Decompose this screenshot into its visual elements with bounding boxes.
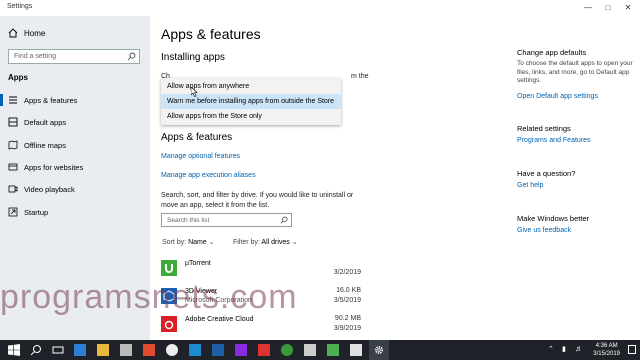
home-label: Home — [24, 28, 46, 38]
app-name: µTorrent — [185, 260, 211, 267]
have-a-question-heading: Have a question? — [517, 169, 576, 178]
web-apps-icon — [8, 163, 18, 171]
video-icon — [8, 185, 18, 193]
taskbar-app-icon[interactable] — [304, 344, 316, 356]
sidebar-section-title: Apps — [8, 73, 28, 82]
sidebar-item-label: Startup — [24, 207, 49, 217]
search-description-line2: move an app, select it from the list. — [161, 202, 270, 209]
programs-and-features-link[interactable]: Programs and Features — [517, 137, 591, 144]
sidebar-item-default-apps[interactable]: Default apps — [0, 113, 150, 131]
map-icon — [8, 140, 18, 150]
install-source-dropdown-list: Allow apps from anywhere Warn me before … — [161, 78, 341, 125]
manage-optional-features-link[interactable]: Manage optional features — [161, 153, 240, 160]
taskbar-app-icon[interactable] — [189, 344, 201, 356]
setting-search-placeholder: Find a setting — [14, 53, 57, 60]
clock-date: 3/15/2019 — [593, 351, 620, 357]
manage-app-execution-aliases-link[interactable]: Manage app execution aliases — [161, 172, 256, 179]
minimize-button[interactable]: — — [578, 1, 598, 15]
home-icon — [8, 28, 18, 38]
edge-icon[interactable] — [74, 344, 86, 356]
sort-dropdown[interactable]: Sort by: Name ⌄ — [162, 238, 215, 246]
volume-icon[interactable]: ♬ — [575, 344, 583, 353]
app-name: Adobe Creative Cloud — [185, 316, 254, 323]
app-date: 3/9/2019 — [333, 325, 361, 332]
sidebar-item-label: Apps & features — [24, 95, 78, 105]
installing-apps-text-end: m the — [351, 73, 369, 80]
taskbar-app-icon[interactable] — [281, 344, 293, 356]
search-icon[interactable] — [280, 216, 288, 224]
photoshop-icon[interactable] — [212, 344, 224, 356]
windows-start-icon[interactable] — [8, 344, 20, 356]
media-app-icon[interactable] — [143, 344, 155, 356]
sort-label: Sort by: — [162, 239, 187, 246]
list-icon — [9, 96, 17, 104]
app-date: 3/2/2019 — [333, 269, 361, 276]
apps-features-heading: Apps & features — [161, 132, 233, 143]
make-windows-better-heading: Make Windows better — [517, 214, 590, 223]
network-icon[interactable]: ▮ — [562, 345, 566, 353]
utorrent-icon — [161, 260, 177, 276]
sidebar-item-offline-maps[interactable]: Offline maps — [0, 136, 150, 154]
search-icon[interactable] — [127, 52, 136, 61]
dropdown-option-warn[interactable]: Warn me before installing apps from outs… — [161, 94, 341, 109]
chevron-down-icon: ⌄ — [291, 239, 298, 246]
notifications-icon[interactable] — [628, 345, 636, 354]
search-icon[interactable] — [30, 344, 42, 356]
taskbar: ⌃ ▮ ♬ 4:36 AM 3/15/2019 — [0, 340, 640, 360]
chevron-down-icon: ⌄ — [208, 239, 215, 246]
sidebar-item-startup[interactable]: Startup — [0, 203, 150, 221]
installing-apps-heading: Installing apps — [161, 52, 225, 63]
taskbar-clock[interactable]: 4:36 AM 3/15/2019 — [593, 342, 620, 358]
task-view-icon[interactable] — [52, 344, 64, 356]
sidebar-item-label: Default apps — [24, 117, 67, 127]
file-explorer-icon[interactable] — [97, 344, 109, 356]
right-panel: Change app defaults To choose the defaul… — [510, 16, 640, 340]
taskbar-app-icon[interactable] — [258, 344, 270, 356]
change-app-defaults-heading: Change app defaults — [517, 48, 587, 57]
store-icon[interactable] — [120, 344, 132, 356]
sort-value: Name — [188, 239, 207, 246]
sidebar-item-label: Video playback — [24, 184, 75, 194]
sidebar-item-apps-for-websites[interactable]: Apps for websites — [0, 158, 150, 176]
taskbar-app-icon[interactable] — [350, 344, 362, 356]
app-list-search-input[interactable]: Search this list — [161, 213, 292, 227]
watermark: programsnets.com — [0, 278, 298, 316]
taskbar-app-icon[interactable] — [235, 344, 247, 356]
sidebar-item-video-playback[interactable]: Video playback — [0, 180, 150, 198]
page-title: Apps & features — [161, 26, 261, 42]
setting-search-input[interactable]: Find a setting — [8, 49, 140, 64]
sidebar-home[interactable]: Home — [8, 28, 45, 38]
taskbar-app-icon[interactable] — [327, 344, 339, 356]
filter-label: Filter by: — [233, 239, 260, 246]
title-bar: Settings — □ ✕ — [0, 0, 640, 16]
settings-taskbar-button[interactable] — [369, 340, 389, 360]
adobe-creative-cloud-icon — [161, 316, 177, 332]
clock-time: 4:36 AM — [595, 343, 618, 349]
sidebar-item-apps-features[interactable]: Apps & features — [0, 91, 150, 109]
change-app-defaults-text: To choose the default apps to open your … — [517, 60, 633, 84]
get-help-link[interactable]: Get help — [517, 182, 543, 189]
window-title: Settings — [7, 3, 33, 10]
close-button[interactable]: ✕ — [618, 1, 638, 15]
search-description-line1: Search, sort, and filter by drive. If yo… — [161, 192, 354, 199]
chevron-up-icon[interactable]: ⌃ — [548, 345, 554, 353]
app-list-search-placeholder: Search this list — [167, 217, 210, 224]
related-settings-heading: Related settings — [517, 124, 571, 133]
sidebar-item-label: Apps for websites — [24, 162, 84, 172]
dropdown-option-anywhere[interactable]: Allow apps from anywhere — [161, 79, 341, 94]
mouse-cursor-icon — [191, 87, 198, 97]
filter-dropdown[interactable]: Filter by: All drives ⌄ — [233, 238, 298, 246]
default-apps-icon — [8, 117, 18, 127]
maximize-button[interactable]: □ — [598, 1, 618, 15]
dropdown-option-store-only[interactable]: Allow apps from the Store only — [161, 109, 341, 124]
sidebar-item-label: Offline maps — [24, 140, 66, 150]
gear-icon — [374, 345, 384, 355]
chrome-icon[interactable] — [166, 344, 178, 356]
give-us-feedback-link[interactable]: Give us feedback — [517, 227, 571, 234]
open-default-app-settings-link[interactable]: Open Default app settings — [517, 93, 598, 100]
startup-icon — [8, 207, 18, 217]
filter-value: All drives — [261, 239, 290, 246]
app-list-item[interactable]: Adobe Creative Cloud 90.2 MB 3/9/2019 — [161, 314, 361, 338]
